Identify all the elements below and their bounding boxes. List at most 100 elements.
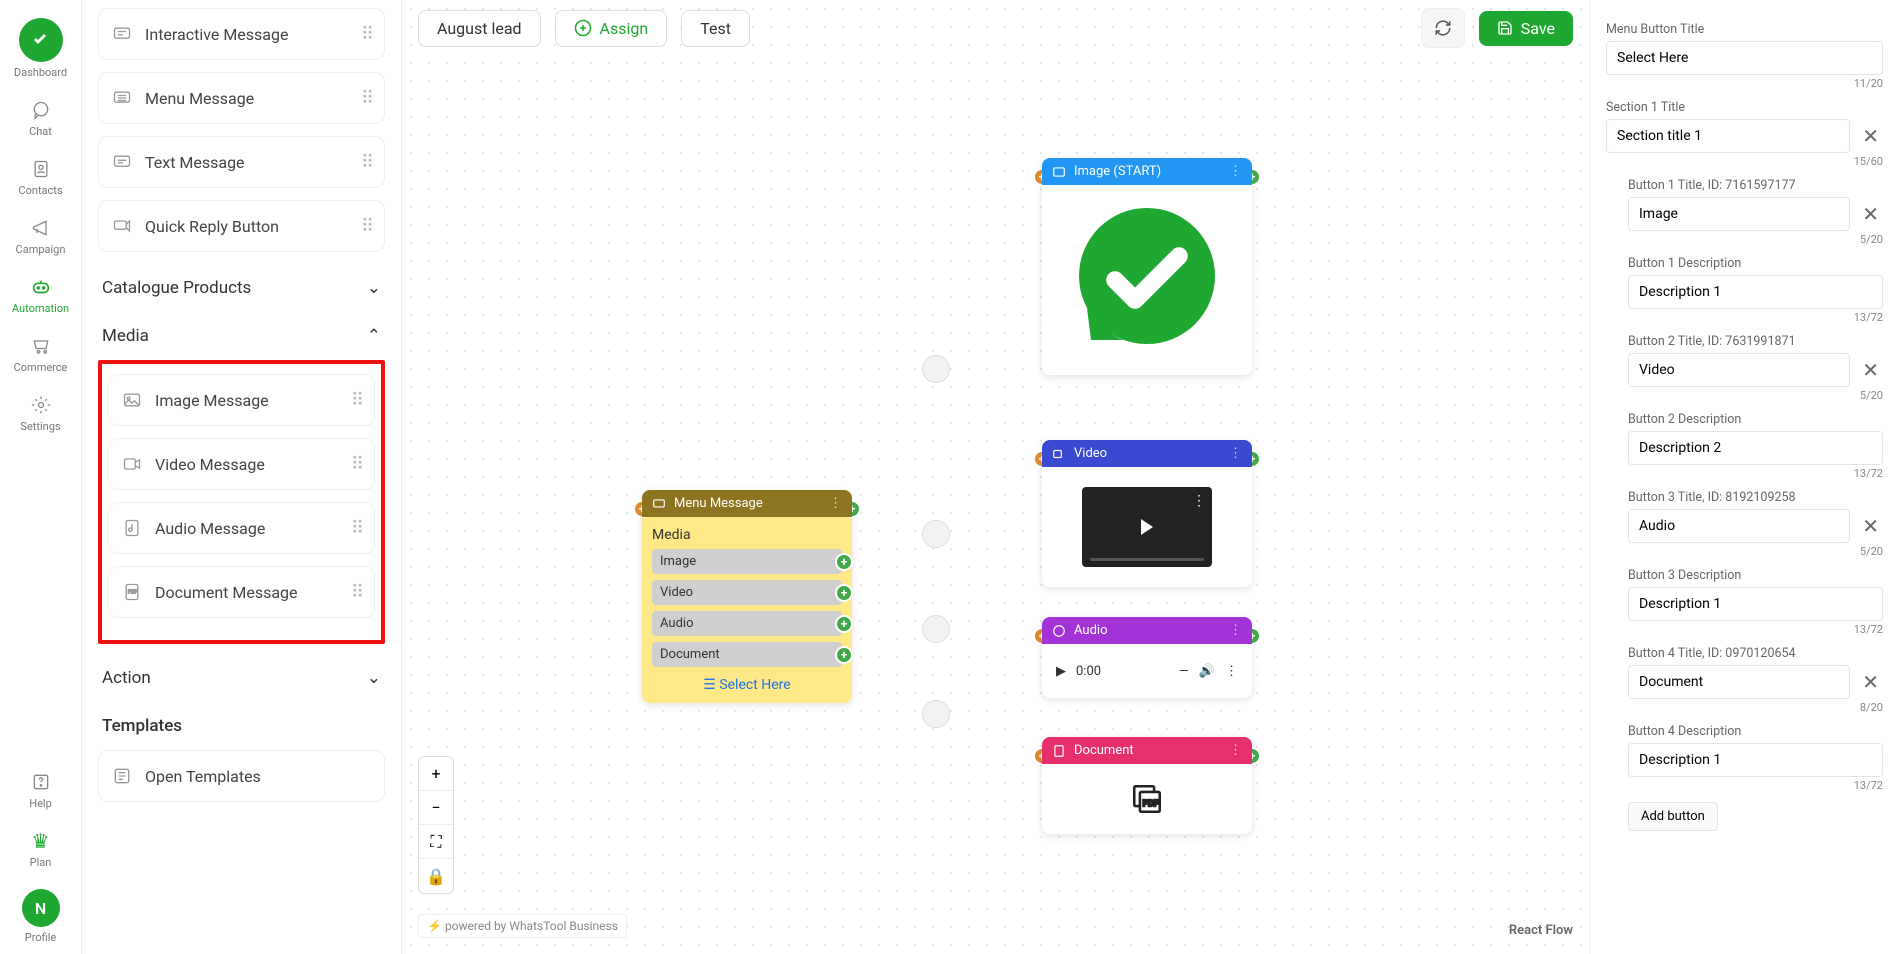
drag-handle-icon[interactable]: ⠿ xyxy=(361,24,372,45)
audio-seek[interactable]: — xyxy=(1179,664,1189,679)
nav-help[interactable]: Help xyxy=(0,761,81,820)
node-more-icon[interactable]: ⋮ xyxy=(1229,623,1242,638)
menu-row-image[interactable]: Image xyxy=(652,549,842,574)
menu-title-input[interactable] xyxy=(1606,41,1883,75)
nav-contacts[interactable]: Contacts xyxy=(0,148,81,207)
section-title-input[interactable] xyxy=(1606,119,1850,153)
play-icon[interactable]: ▶ xyxy=(1056,664,1066,679)
remove-section-button[interactable]: ✕ xyxy=(1858,120,1883,152)
nav-chat[interactable]: Chat xyxy=(0,89,81,148)
gear-icon xyxy=(30,394,52,416)
cart-icon xyxy=(30,335,52,357)
char-count: 8/20 xyxy=(1628,701,1883,714)
menu-row-audio[interactable]: Audio xyxy=(652,611,842,636)
nav-campaign[interactable]: Campaign xyxy=(0,207,81,266)
block-text-message[interactable]: Text Message ⠿ xyxy=(98,136,385,188)
remove-button[interactable]: ✕ xyxy=(1858,198,1883,230)
node-more-icon[interactable]: ⋮ xyxy=(1229,446,1242,461)
button-desc-input[interactable] xyxy=(1628,275,1883,309)
flow-name[interactable]: August lead xyxy=(418,10,541,47)
zoom-in-button[interactable]: + xyxy=(419,757,453,791)
block-audio-message[interactable]: Audio Message ⠿ xyxy=(108,502,375,554)
svg-text:PDF: PDF xyxy=(1143,799,1159,809)
zoom-out-button[interactable]: − xyxy=(419,791,453,825)
section-catalogue[interactable]: Catalogue Products ⌄ xyxy=(98,264,385,312)
block-menu-message[interactable]: Menu Message ⠿ xyxy=(98,72,385,124)
junction-dot[interactable] xyxy=(922,615,950,643)
remove-button[interactable]: ✕ xyxy=(1858,666,1883,698)
drag-handle-icon[interactable]: ⠿ xyxy=(351,390,362,411)
junction-dot[interactable] xyxy=(922,700,950,728)
node-more-icon[interactable]: ⋮ xyxy=(1229,743,1242,758)
section-media[interactable]: Media ⌃ xyxy=(98,312,385,360)
node-audio[interactable]: Audio ⋮ ▶ 0:00 — 🔊 ⋮ xyxy=(1042,617,1252,698)
flow-canvas[interactable]: Menu Message ⋮ Media Image Video Audio D… xyxy=(402,0,1589,954)
port-out[interactable] xyxy=(835,646,853,664)
audio-menu-icon[interactable]: ⋮ xyxy=(1225,664,1238,679)
chevron-down-icon: ⌄ xyxy=(367,278,381,298)
node-document[interactable]: Document ⋮ PDF xyxy=(1042,737,1252,834)
save-label: Save xyxy=(1521,19,1555,38)
refresh-button[interactable] xyxy=(1421,8,1465,48)
section-label: Catalogue Products xyxy=(102,278,251,298)
menu-row-document[interactable]: Document xyxy=(652,642,842,667)
menu-icon xyxy=(111,87,133,109)
nav-settings[interactable]: Settings xyxy=(0,384,81,443)
drag-handle-icon[interactable]: ⠿ xyxy=(351,582,362,603)
block-label: Text Message xyxy=(145,153,361,172)
assign-button[interactable]: Assign xyxy=(555,10,668,47)
button-title-input[interactable] xyxy=(1628,665,1850,699)
nav-dashboard[interactable]: Dashboard xyxy=(0,8,81,89)
drag-handle-icon[interactable]: ⠿ xyxy=(361,216,372,237)
nav-profile[interactable]: N Profile xyxy=(0,879,81,954)
button-title-input[interactable] xyxy=(1628,353,1850,387)
save-button[interactable]: Save xyxy=(1479,11,1573,46)
lock-button[interactable]: 🔒 xyxy=(419,859,453,893)
node-menu-message[interactable]: Menu Message ⋮ Media Image Video Audio D… xyxy=(642,490,852,703)
button-title-input[interactable] xyxy=(1628,509,1850,543)
block-quick-reply[interactable]: Quick Reply Button ⠿ xyxy=(98,200,385,252)
drag-handle-icon[interactable]: ⠿ xyxy=(361,88,372,109)
test-button[interactable]: Test xyxy=(681,10,750,47)
nav-label: Campaign xyxy=(16,243,66,256)
powered-by: ⚡ powered by WhatsTool Business xyxy=(418,914,627,938)
junction-dot[interactable] xyxy=(922,520,950,548)
port-out[interactable] xyxy=(835,615,853,633)
nav-commerce[interactable]: Commerce xyxy=(0,325,81,384)
button-desc-input[interactable] xyxy=(1628,587,1883,621)
port-out[interactable] xyxy=(835,553,853,571)
section-action[interactable]: Action ⌄ xyxy=(98,654,385,702)
block-open-templates[interactable]: Open Templates xyxy=(98,750,385,802)
drag-handle-icon[interactable]: ⠿ xyxy=(361,152,372,173)
video-thumbnail[interactable]: ⋮ xyxy=(1082,487,1212,567)
reply-icon xyxy=(111,215,133,237)
button-title-input[interactable] xyxy=(1628,197,1850,231)
fit-button[interactable]: ⛶ xyxy=(419,825,453,859)
port-out[interactable] xyxy=(835,584,853,602)
menu-footer[interactable]: ☰ Select Here xyxy=(652,673,842,693)
section-label: Templates xyxy=(102,716,182,736)
node-more-icon[interactable]: ⋮ xyxy=(1229,164,1242,179)
drag-handle-icon[interactable]: ⠿ xyxy=(351,454,362,475)
block-video-message[interactable]: Video Message ⠿ xyxy=(108,438,375,490)
block-interactive-message[interactable]: Interactive Message ⠿ xyxy=(98,8,385,60)
nav-plan[interactable]: ♛ Plan xyxy=(0,820,81,879)
button-desc-input[interactable] xyxy=(1628,431,1883,465)
add-button[interactable]: Add button xyxy=(1628,802,1718,831)
remove-button[interactable]: ✕ xyxy=(1858,510,1883,542)
remove-button[interactable]: ✕ xyxy=(1858,354,1883,386)
node-video[interactable]: Video ⋮ ⋮ xyxy=(1042,440,1252,587)
nav-automation[interactable]: Automation xyxy=(0,266,81,325)
video-icon xyxy=(121,453,143,475)
video-menu-icon[interactable]: ⋮ xyxy=(1192,493,1206,509)
canvas-area[interactable]: August lead Assign Test Save xyxy=(402,0,1589,954)
button-desc-input[interactable] xyxy=(1628,743,1883,777)
block-image-message[interactable]: Image Message ⠿ xyxy=(108,374,375,426)
node-image[interactable]: Image (START) ⋮ xyxy=(1042,158,1252,375)
volume-icon[interactable]: 🔊 xyxy=(1199,664,1215,679)
drag-handle-icon[interactable]: ⠿ xyxy=(351,518,362,539)
block-document-message[interactable]: PDF Document Message ⠿ xyxy=(108,566,375,618)
junction-dot[interactable] xyxy=(922,355,950,383)
menu-row-video[interactable]: Video xyxy=(652,580,842,605)
node-more-icon[interactable]: ⋮ xyxy=(829,496,842,511)
